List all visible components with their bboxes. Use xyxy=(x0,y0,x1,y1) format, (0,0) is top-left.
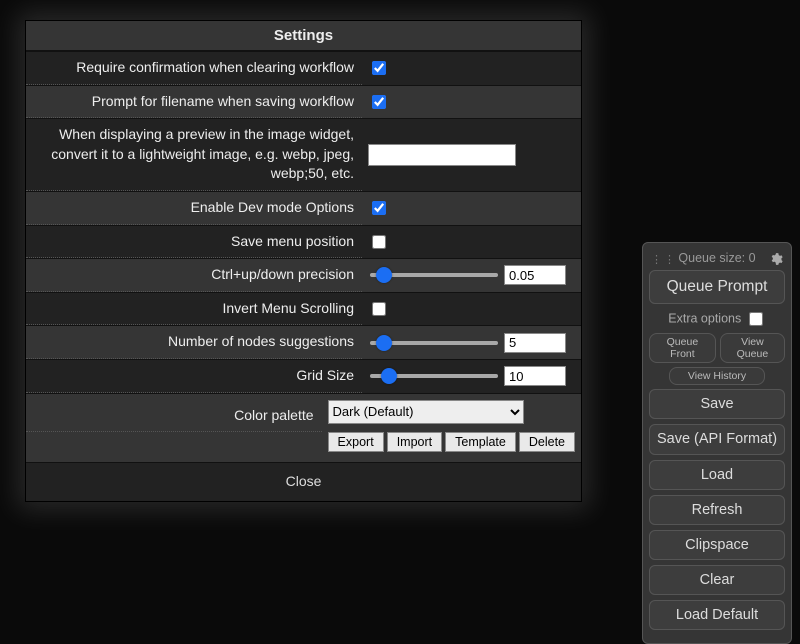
settings-title: Settings xyxy=(26,21,581,51)
prompt-filename-label: Prompt for filename when saving workflow xyxy=(26,86,362,119)
grid-size-label: Grid Size xyxy=(26,360,362,393)
extra-options-checkbox[interactable] xyxy=(749,312,763,326)
grid-size-slider[interactable] xyxy=(370,374,498,378)
queue-size-label: Queue size: 0 xyxy=(678,251,755,265)
invert-scroll-checkbox[interactable] xyxy=(372,302,386,316)
extra-options-label: Extra options xyxy=(668,311,741,325)
ctrl-precision-value[interactable] xyxy=(504,265,566,285)
palette-template-button[interactable]: Template xyxy=(445,432,516,452)
color-palette-label: Color palette xyxy=(26,396,322,433)
preview-convert-input[interactable] xyxy=(368,144,516,166)
extra-options-row: Extra options xyxy=(649,309,785,329)
node-suggestions-label: Number of nodes suggestions xyxy=(26,326,362,359)
grid-size-value[interactable] xyxy=(504,366,566,386)
ctrl-precision-label: Ctrl+up/down precision xyxy=(26,259,362,292)
ctrl-precision-slider[interactable] xyxy=(370,273,498,277)
node-suggestions-value[interactable] xyxy=(504,333,566,353)
dev-mode-label: Enable Dev mode Options xyxy=(26,192,362,225)
prompt-filename-checkbox[interactable] xyxy=(372,95,386,109)
palette-export-button[interactable]: Export xyxy=(328,432,384,452)
require-confirm-checkbox[interactable] xyxy=(372,61,386,75)
color-palette-select[interactable]: Dark (Default) xyxy=(328,400,524,424)
save-button[interactable]: Save xyxy=(649,389,785,419)
clipspace-button[interactable]: Clipspace xyxy=(649,530,785,560)
queue-front-button[interactable]: Queue Front xyxy=(649,333,716,363)
view-queue-button[interactable]: View Queue xyxy=(720,333,785,363)
palette-import-button[interactable]: Import xyxy=(387,432,442,452)
invert-scroll-label: Invert Menu Scrolling xyxy=(26,293,362,326)
palette-delete-button[interactable]: Delete xyxy=(519,432,575,452)
require-confirm-label: Require confirmation when clearing workf… xyxy=(26,52,362,85)
gear-icon[interactable] xyxy=(769,252,783,266)
save-menu-pos-label: Save menu position xyxy=(26,226,362,259)
close-button[interactable]: Close xyxy=(26,462,581,501)
preview-convert-label: When displaying a preview in the image w… xyxy=(26,119,362,191)
load-default-button[interactable]: Load Default xyxy=(649,600,785,630)
settings-rows: Require confirmation when clearing workf… xyxy=(26,51,581,462)
load-button[interactable]: Load xyxy=(649,460,785,490)
dev-mode-checkbox[interactable] xyxy=(372,201,386,215)
side-panel: ⋮⋮ Queue size: 0 Queue Prompt Extra opti… xyxy=(642,242,792,644)
node-suggestions-slider[interactable] xyxy=(370,341,498,345)
refresh-button[interactable]: Refresh xyxy=(649,495,785,525)
drag-handle-icon[interactable]: ⋮⋮ xyxy=(651,253,677,266)
settings-dialog: Settings Require confirmation when clear… xyxy=(25,20,582,502)
view-history-button[interactable]: View History xyxy=(669,367,765,385)
queue-prompt-button[interactable]: Queue Prompt xyxy=(649,270,785,304)
save-api-button[interactable]: Save (API Format) xyxy=(649,424,785,455)
save-menu-pos-checkbox[interactable] xyxy=(372,235,386,249)
clear-button[interactable]: Clear xyxy=(649,565,785,595)
